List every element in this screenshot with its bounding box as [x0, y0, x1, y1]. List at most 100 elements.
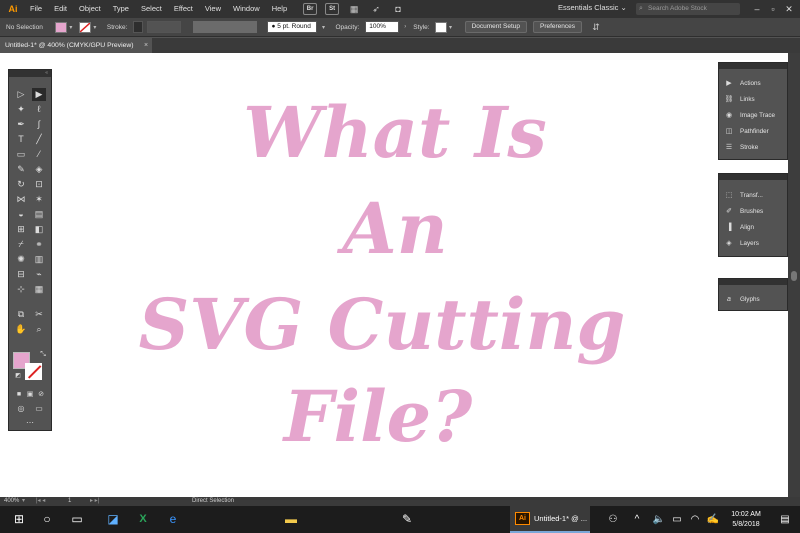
- stroke-swatch[interactable]: [25, 363, 42, 380]
- panel-pathfinder[interactable]: ◫ Pathfinder: [719, 123, 787, 139]
- minimize-icon[interactable]: –: [750, 2, 764, 16]
- zoom-tool-icon[interactable]: ⌕: [32, 323, 46, 336]
- workspace-switcher[interactable]: Essentials Classic ⌄: [558, 3, 627, 12]
- menu-select[interactable]: Select: [135, 0, 168, 18]
- panel-actions[interactable]: ▶ Actions: [719, 75, 787, 91]
- maximize-icon[interactable]: ▫: [766, 2, 780, 16]
- zoom-dropdown-icon[interactable]: ▾: [22, 497, 25, 506]
- knife-tool-icon[interactable]: ✂: [32, 308, 46, 321]
- gradient-tool-icon[interactable]: ◧: [32, 223, 46, 236]
- menu-help[interactable]: Help: [266, 0, 293, 18]
- opacity-dropdown-icon[interactable]: ›: [401, 24, 409, 30]
- stroke-weight-stepper[interactable]: [133, 21, 144, 33]
- document-setup-button[interactable]: Document Setup: [464, 21, 527, 33]
- menu-type[interactable]: Type: [107, 0, 135, 18]
- tools-panel-header[interactable]: «: [9, 70, 51, 77]
- artboard-canvas[interactable]: What Is An SVG Cutting File?: [0, 53, 788, 497]
- line-tool-icon[interactable]: ╱: [32, 133, 46, 146]
- stroke-weight-input[interactable]: [147, 21, 182, 33]
- close-tab-icon[interactable]: ×: [144, 38, 148, 53]
- lasso-tool-icon[interactable]: ℓ: [32, 103, 46, 116]
- eraser-tool-icon[interactable]: ◈: [32, 163, 46, 176]
- panel-group-2-header[interactable]: [719, 174, 787, 180]
- file-explorer-icon[interactable]: ▬: [276, 506, 306, 533]
- default-fill-stroke-icon[interactable]: ◩: [11, 370, 25, 383]
- panel-align[interactable]: ▐ Align: [719, 219, 787, 235]
- first-artboard-icon[interactable]: |◂ ◂: [36, 497, 45, 506]
- chart-tool-icon[interactable]: ▦: [32, 283, 46, 296]
- rectangle-tool-icon[interactable]: ▭: [14, 148, 28, 161]
- panel-glyphs[interactable]: a Glyphs: [719, 291, 787, 307]
- menu-effect[interactable]: Effect: [168, 0, 199, 18]
- none-mode-icon[interactable]: ⊘: [34, 388, 48, 401]
- free-transform-tool-icon[interactable]: ⊹: [14, 283, 28, 296]
- stock-button[interactable]: St: [325, 3, 340, 15]
- arrange-icon[interactable]: ⇵: [589, 21, 603, 33]
- blend-tool-icon[interactable]: ⚭: [32, 238, 46, 251]
- close-icon[interactable]: ✕: [782, 2, 796, 16]
- preferences-button[interactable]: Preferences: [532, 21, 583, 33]
- stroke-dropdown-icon[interactable]: ▾: [91, 24, 99, 31]
- type-tool-icon[interactable]: T: [14, 133, 28, 146]
- windows-start-icon[interactable]: ⊞: [4, 506, 34, 533]
- brush-definition-select[interactable]: ● 5 pt. Round: [267, 21, 318, 33]
- opacity-input[interactable]: 100%: [365, 21, 400, 33]
- stroke-color-swatch[interactable]: [78, 21, 91, 33]
- screen-mode-icon[interactable]: ▭: [32, 402, 46, 415]
- menu-window[interactable]: Window: [227, 0, 266, 18]
- pen-tool-icon[interactable]: ✒: [14, 118, 28, 131]
- search-circle-icon[interactable]: ○: [32, 506, 62, 533]
- variable-width-profile[interactable]: [193, 21, 258, 33]
- document-tab[interactable]: Untitled-1* @ 400% (CMYK/GPU Preview) ×: [0, 38, 152, 53]
- magic-wand-tool-icon[interactable]: ✦: [14, 103, 28, 116]
- fill-color-swatch[interactable]: [54, 21, 67, 33]
- width-tool-icon[interactable]: ⋈: [14, 193, 28, 206]
- rotate-tool-icon[interactable]: ↻: [14, 178, 28, 191]
- fill-dropdown-icon[interactable]: ▾: [67, 24, 75, 31]
- artboard-tool-icon[interactable]: ⊟: [14, 268, 28, 281]
- column-graph-tool-icon[interactable]: ▥: [32, 253, 46, 266]
- artboard-tool-2-icon[interactable]: ⧉: [14, 308, 28, 321]
- menu-view[interactable]: View: [199, 0, 227, 18]
- style-dropdown-icon[interactable]: ▾: [447, 24, 455, 31]
- panel-brushes[interactable]: ✐ Brushes: [719, 203, 787, 219]
- puppet-warp-tool-icon[interactable]: ✶: [32, 193, 46, 206]
- menu-edit[interactable]: Edit: [48, 0, 73, 18]
- vertical-scrollbar[interactable]: [788, 53, 800, 497]
- menu-object[interactable]: Object: [73, 0, 107, 18]
- gpu-performance-icon[interactable]: ➶: [369, 3, 383, 15]
- swap-fill-stroke-icon[interactable]: ⤡: [36, 348, 50, 361]
- panel-stroke[interactable]: ☰ Stroke: [719, 139, 787, 155]
- menu-file[interactable]: File: [24, 0, 48, 18]
- panel-image-trace[interactable]: ◉ Image Trace: [719, 107, 787, 123]
- panel-layers[interactable]: ◈ Layers: [719, 235, 787, 251]
- shape-builder-tool-icon[interactable]: ◒: [14, 208, 28, 221]
- eyedropper-tool-icon[interactable]: ⌿: [14, 238, 28, 251]
- system-clock[interactable]: 10:02 AM 5/8/2018: [722, 510, 770, 530]
- next-artboard-icon[interactable]: ▸ ▸|: [90, 497, 99, 506]
- edit-toolbar-icon[interactable]: ⋯: [23, 416, 37, 429]
- shaper-tool-icon[interactable]: ✎: [14, 163, 28, 176]
- panel-links[interactable]: ⛓ Links: [719, 91, 787, 107]
- arrange-documents-icon[interactable]: ▦: [347, 3, 361, 15]
- direct-selection-tool-icon[interactable]: ▶: [32, 88, 46, 101]
- file-explorer-user-icon[interactable]: ◪: [98, 506, 128, 533]
- excel-icon[interactable]: X: [128, 506, 158, 533]
- artboard-number[interactable]: 1: [68, 497, 71, 506]
- bridge-button[interactable]: Br: [303, 3, 318, 15]
- stock-search-input[interactable]: ⌕ Search Adobe Stock: [636, 3, 740, 15]
- scrollbar-thumb[interactable]: [791, 271, 797, 281]
- graphic-style-swatch[interactable]: [434, 21, 447, 33]
- curvature-tool-icon[interactable]: ∫: [32, 118, 46, 131]
- scale-tool-icon[interactable]: ⊡: [32, 178, 46, 191]
- zoom-level[interactable]: 400%: [4, 497, 19, 506]
- paintbrush-tool-icon[interactable]: ⁄: [32, 148, 46, 161]
- draw-mode-icon[interactable]: ◎: [14, 402, 28, 415]
- mesh-tool-icon[interactable]: ⊞: [14, 223, 28, 236]
- cloud-sync-icon[interactable]: ◘: [391, 3, 405, 15]
- panel-transform[interactable]: ⬚ Transf...: [719, 187, 787, 203]
- symbol-sprayer-tool-icon[interactable]: ✺: [14, 253, 28, 266]
- notifications-icon[interactable]: ▤: [770, 506, 800, 533]
- perspective-grid-tool-icon[interactable]: ▤: [32, 208, 46, 221]
- hand-tool-icon[interactable]: ✋: [14, 323, 28, 336]
